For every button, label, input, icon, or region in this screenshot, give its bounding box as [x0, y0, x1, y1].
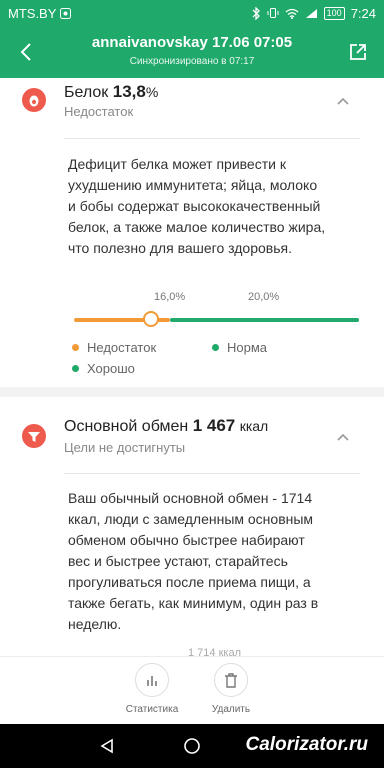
legend-label: Недостаток — [87, 340, 157, 355]
chevron-up-icon — [337, 433, 349, 441]
back-arrow-icon — [20, 43, 31, 61]
bmr-desc-line: неделю. — [68, 616, 122, 632]
battery-indicator: 100 — [323, 6, 345, 20]
bar-chart-icon — [135, 663, 169, 697]
protein-description: Дефицит белка может привести к ухудшению… — [68, 154, 368, 259]
bmr-desc-line: прогуливаться после приема пищи, а — [68, 574, 311, 590]
share-icon — [350, 44, 366, 60]
bmr-collapse-button[interactable] — [332, 426, 354, 448]
wifi-icon — [285, 8, 299, 19]
bmr-reference-label: 1 714 ккал — [188, 647, 241, 656]
statistics-button[interactable]: Статистика — [112, 663, 192, 715]
bmr-desc-line: Ваш обычный основной обмен - 1714 — [68, 490, 313, 506]
protein-desc-line: что полезно для вашего здоровья. — [68, 240, 292, 256]
nav-home-button[interactable] — [181, 735, 203, 757]
back-button[interactable] — [12, 38, 40, 66]
clock: 7:24 — [350, 5, 376, 21]
protein-header[interactable]: Белок 13,8% Недостаток — [0, 78, 384, 132]
protein-title: Белок 13,8% — [64, 82, 158, 102]
notification-icon — [60, 7, 72, 19]
legend-deficit: Недостаток — [72, 340, 156, 355]
legend-label: Хорошо — [87, 361, 135, 376]
protein-desc-line: и бобы содержат высококачественный — [68, 198, 321, 214]
protein-level-marker — [142, 311, 159, 327]
trash-icon — [214, 663, 248, 697]
legend-label: Норма — [227, 340, 268, 355]
bmr-desc-line: ккал, люди с замедленным основным — [68, 511, 314, 527]
triangle-back-icon — [100, 738, 113, 754]
system-nav-bar: Calorizator.ru — [0, 724, 384, 768]
bmr-desc-line: обменом обычно быстрее набирают — [68, 532, 305, 548]
delete-button[interactable]: Удалить — [191, 663, 271, 715]
protein-label: Белок — [64, 84, 109, 101]
bmr-desc-line: также бегать, как минимум, один раз в — [68, 595, 319, 611]
bmr-status: Цели не достигнуты — [64, 440, 186, 455]
protein-desc-line: Дефицит белка может привести к — [68, 156, 286, 172]
watermark: Calorizator.ru — [245, 734, 368, 755]
green-dot — [212, 344, 219, 351]
protein-desc-line: белок, а также малое количество жира, — [68, 219, 326, 235]
page-title: annaivanovskay 17.06 07:05 — [91, 34, 293, 51]
bmr-label: Основной обмен — [64, 418, 189, 435]
bluetooth-icon — [251, 6, 261, 20]
orange-dot — [72, 344, 79, 351]
share-button[interactable] — [344, 38, 372, 66]
section-separator — [0, 387, 384, 397]
bmr-value: 1 467 — [192, 416, 236, 435]
green-dot — [72, 365, 79, 372]
sync-status: Синхронизировано в 07:17 — [129, 56, 255, 67]
bmr-header[interactable]: Основной обмен 1 467 ккал Цели не достиг… — [0, 412, 384, 466]
statistics-label: Статистика — [125, 704, 179, 715]
signal-icon — [305, 8, 318, 19]
bmr-desc-line: вес и быстрее устают, старайтесь — [68, 553, 288, 569]
protein-status: Недостаток — [64, 104, 134, 119]
legend-norm: Норма — [212, 340, 267, 355]
carrier-label: MTS.BY — [8, 5, 57, 21]
protein-collapse-button[interactable] — [332, 90, 354, 112]
bmr-title: Основной обмен 1 467 ккал — [64, 416, 268, 436]
divider — [64, 138, 360, 139]
delete-label: Удалить — [211, 704, 251, 715]
report-content[interactable]: Белок 13,8% Недостаток Дефицит белка мож… — [0, 78, 384, 656]
protein-unit: % — [145, 84, 159, 100]
nav-back-button[interactable] — [96, 735, 118, 757]
protein-desc-line: ухудшению иммунитета; яйца, молоко — [68, 177, 318, 193]
egg-icon — [22, 88, 46, 112]
threshold-low-label: 16,0% — [154, 291, 186, 303]
status-bar: MTS.BY 100 7:24 — [0, 0, 384, 26]
bottom-actions: Статистика Удалить — [0, 656, 384, 724]
legend-good: Хорошо — [72, 361, 135, 376]
norm-range-bar — [170, 318, 359, 322]
funnel-icon — [22, 424, 46, 448]
vibrate-icon — [267, 7, 279, 19]
app-header: annaivanovskay 17.06 07:05 Синхронизиров… — [0, 26, 384, 78]
divider — [64, 473, 360, 474]
chevron-up-icon — [337, 97, 349, 105]
bmr-unit: ккал — [239, 418, 269, 434]
threshold-high-label: 20,0% — [248, 291, 280, 303]
circle-home-icon — [184, 738, 200, 754]
protein-value: 13,8 — [112, 82, 146, 101]
bmr-description: Ваш обычный основной обмен - 1714 ккал, … — [68, 488, 368, 635]
